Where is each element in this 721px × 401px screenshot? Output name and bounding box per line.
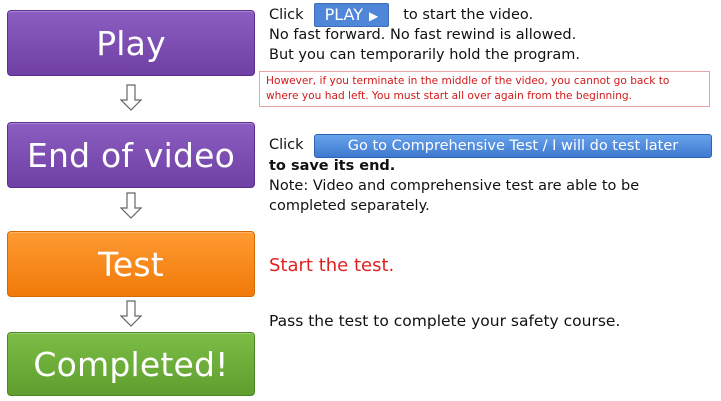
play-button-label: PLAY [324, 5, 363, 24]
play-triangle-icon: ▶ [368, 9, 379, 23]
down-arrow-icon [119, 84, 143, 111]
play-rule-2: But you can temporarily hold the program… [269, 47, 581, 63]
step-test-label: Test [98, 244, 164, 284]
end-click-label: Click [269, 137, 304, 153]
step-play: Play [7, 10, 255, 76]
termination-notice: However, if you terminate in the middle … [259, 71, 710, 107]
step-test: Test [7, 231, 255, 297]
click-label: Click [269, 7, 304, 23]
down-arrow-icon [119, 192, 143, 219]
step-completed-label: Completed! [33, 344, 229, 384]
notice-line-2: where you had left. You must start all o… [266, 90, 633, 102]
play-button[interactable]: PLAY ▶ [313, 3, 390, 27]
step-end-label: End of video [26, 135, 236, 175]
to-start-text: to start the video. [403, 7, 534, 23]
notice-line-1: However, if you terminate in the middle … [266, 75, 670, 87]
save-end-text: to save its end. [269, 158, 396, 174]
play-instruction: Click PLAY ▶ to start the video. [269, 3, 533, 27]
step-completed: Completed! [7, 332, 255, 396]
step-play-label: Play [96, 23, 166, 63]
go-to-test-button[interactable]: Go to Comprehensive Test / I will do tes… [314, 134, 712, 158]
note-line-1: Note: Video and comprehensive test are a… [269, 178, 640, 194]
note-line-2: completed separately. [269, 198, 430, 214]
completion-text: Pass the test to complete your safety co… [269, 312, 621, 330]
start-test-text: Start the test. [269, 255, 395, 276]
down-arrow-icon [119, 300, 143, 327]
play-rule-1: No fast forward. No fast rewind is allow… [269, 27, 577, 43]
step-end-of-video: End of video [7, 122, 255, 188]
